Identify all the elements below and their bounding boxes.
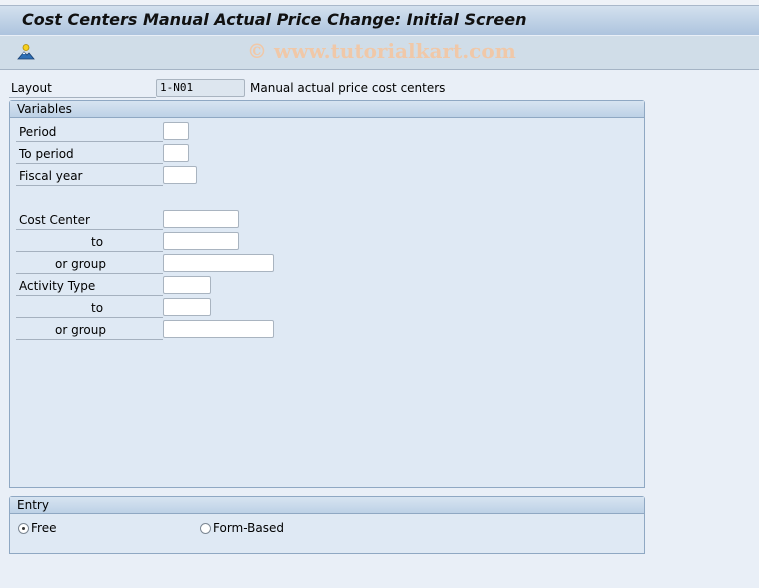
layout-description: Manual actual price cost centers <box>250 81 446 95</box>
period-input[interactable] <box>163 122 189 140</box>
to-period-label: To period <box>19 147 74 161</box>
application-toolbar: © www.tutorialkart.com <box>0 36 759 70</box>
title-bar: Cost Centers Manual Actual Price Change:… <box>0 6 759 35</box>
cost-center-underline <box>16 229 163 230</box>
cost-center-from-input[interactable] <box>163 210 239 228</box>
cost-center-to-label: to <box>91 235 104 249</box>
radio-form-based[interactable]: Form-Based <box>200 521 284 535</box>
activity-type-to-label: to <box>91 301 104 315</box>
page-title: Cost Centers Manual Actual Price Change:… <box>22 10 527 29</box>
activity-type-group-input[interactable] <box>163 320 274 338</box>
layout-field: 1-N01 <box>156 79 245 97</box>
radio-free-label: Free <box>31 521 57 535</box>
radio-unselected-icon[interactable] <box>200 522 211 534</box>
activity-type-label: Activity Type <box>19 279 96 293</box>
radio-free[interactable]: Free <box>18 521 56 535</box>
cost-center-group-label: or group <box>55 257 106 271</box>
period-label: Period <box>19 125 57 139</box>
to-period-underline <box>16 163 163 164</box>
to-period-input[interactable] <box>163 144 189 162</box>
entry-group: Entry <box>9 496 645 554</box>
cost-center-to-underline <box>16 251 163 252</box>
fiscal-year-input[interactable] <box>163 166 197 184</box>
activity-type-underline <box>16 295 163 296</box>
activity-type-to-input[interactable] <box>163 298 211 316</box>
radio-form-based-label: Form-Based <box>213 521 284 535</box>
cost-center-to-input[interactable] <box>163 232 239 250</box>
watermark: © www.tutorialkart.com <box>247 39 516 63</box>
period-underline <box>16 141 163 142</box>
cost-center-group-underline <box>16 273 163 274</box>
activity-type-to-underline <box>16 317 163 318</box>
entry-header: Entry <box>10 497 644 514</box>
radio-selected-icon[interactable] <box>18 522 29 534</box>
cost-center-group-input[interactable] <box>163 254 274 272</box>
layout-label: Layout <box>11 81 52 95</box>
activity-type-group-underline <box>16 339 163 340</box>
mountain-sun-icon[interactable] <box>17 43 35 61</box>
activity-type-group-label: or group <box>55 323 106 337</box>
fiscal-year-underline <box>16 185 163 186</box>
variables-group: Variables <box>9 100 645 488</box>
layout-underline <box>9 97 156 98</box>
cost-center-label: Cost Center <box>19 213 90 227</box>
variables-header: Variables <box>10 101 644 118</box>
activity-type-from-input[interactable] <box>163 276 211 294</box>
fiscal-year-label: Fiscal year <box>19 169 83 183</box>
